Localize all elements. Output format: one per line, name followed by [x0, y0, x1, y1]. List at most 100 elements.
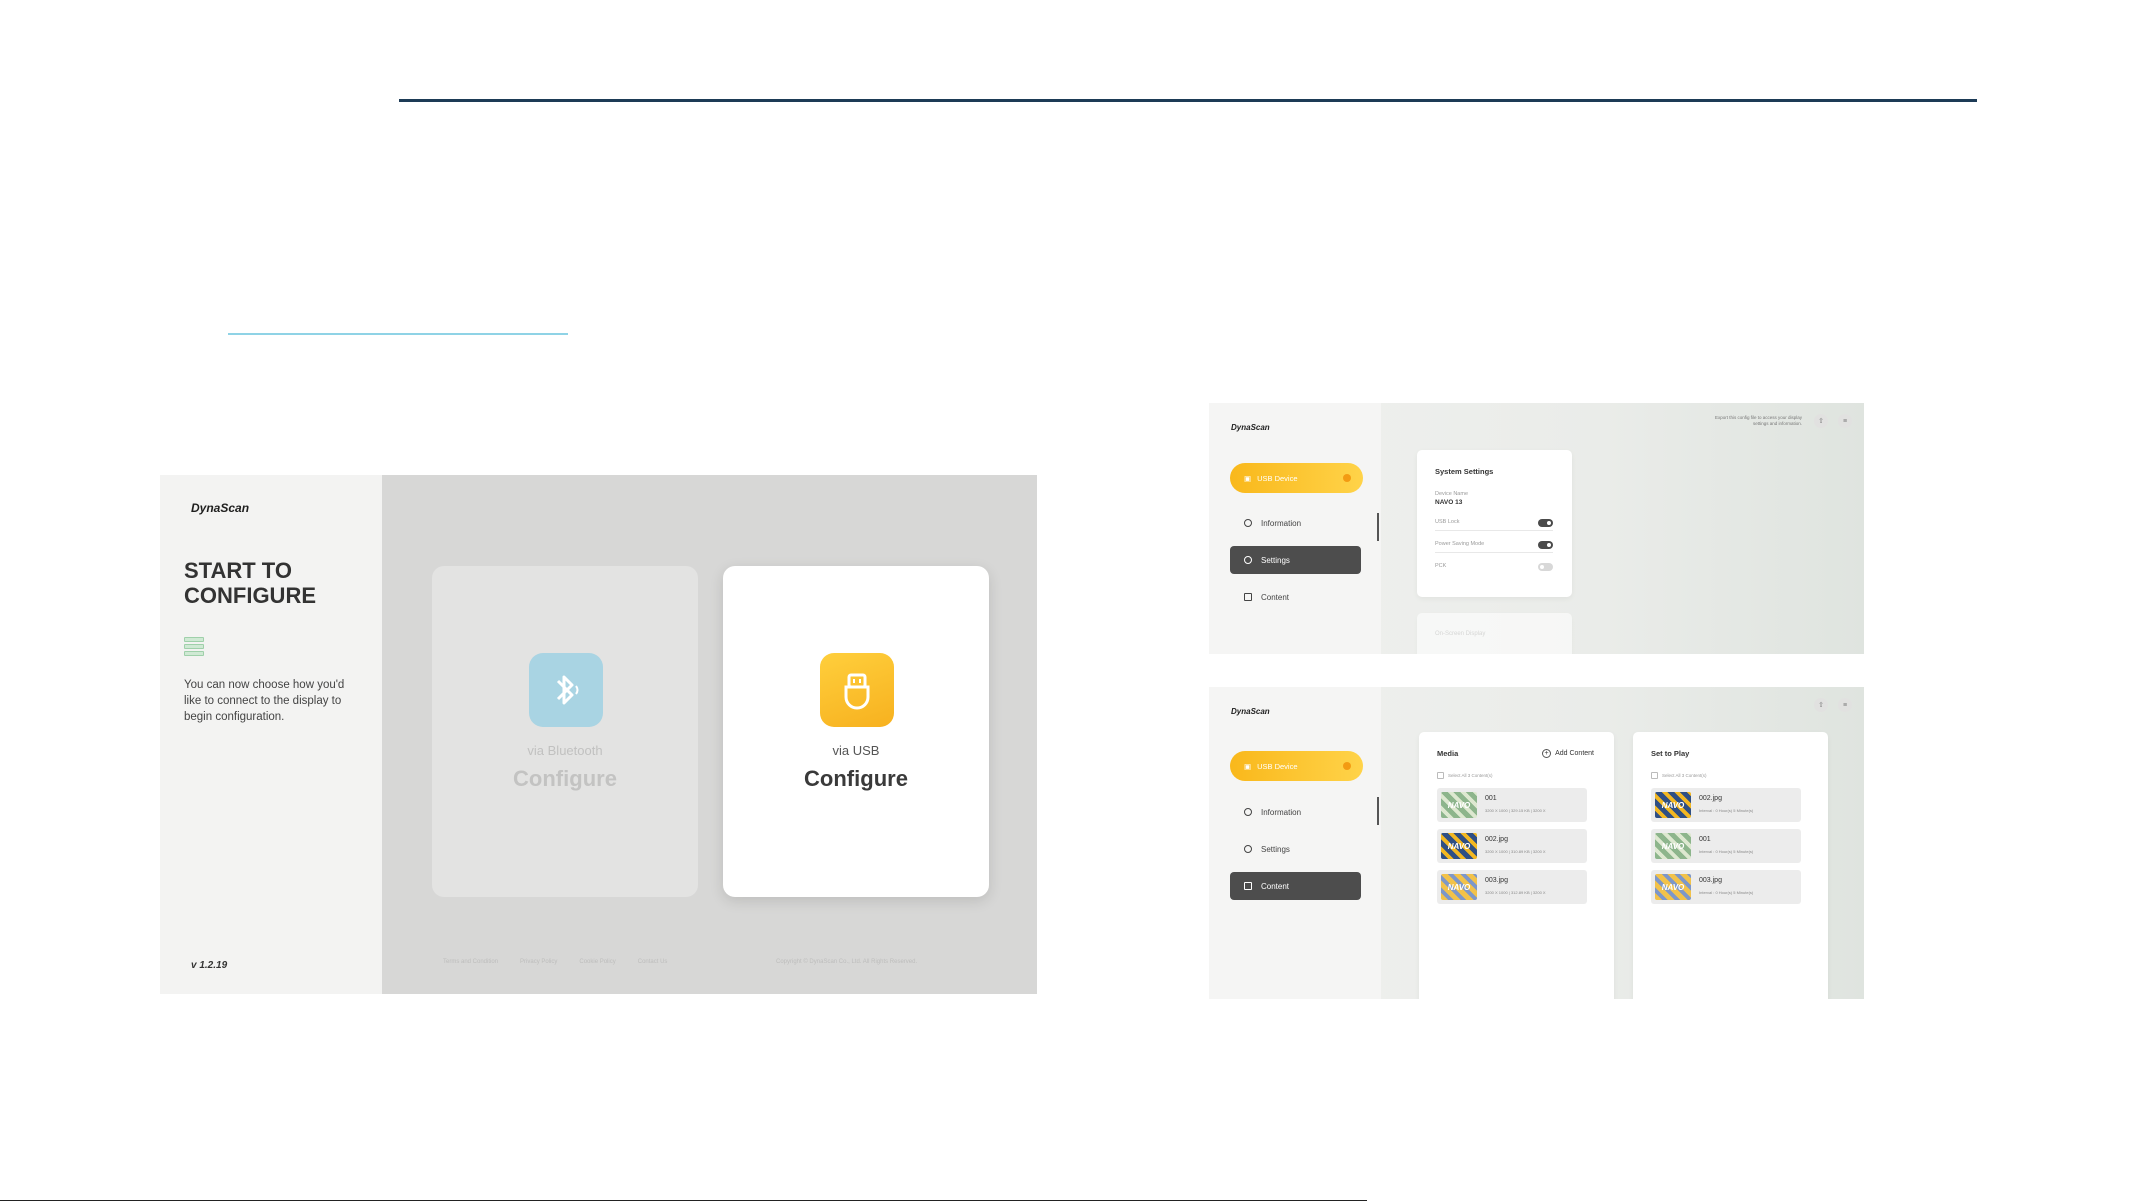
usb-device-pill[interactable]: ▣ USB Device — [1230, 463, 1363, 493]
nav-content-label: Content — [1261, 592, 1290, 602]
media-item[interactable]: NAVO 003.jpg 3200 X 1000 | 312.89 KB | 3… — [1437, 870, 1587, 904]
on-screen-display-label: On-Screen Display — [1435, 631, 1486, 637]
media-thumbnail: NAVO — [1655, 874, 1691, 900]
panel-title: System Settings — [1435, 467, 1494, 476]
info-icon — [1244, 519, 1252, 527]
usb-lock-row: USB Lock — [1435, 517, 1553, 531]
accent-divider — [228, 333, 568, 335]
add-content-label: Add Content — [1555, 750, 1594, 757]
content-icon — [1244, 882, 1252, 890]
bluetooth-icon — [529, 653, 603, 727]
media-title: Media — [1437, 749, 1459, 758]
usb-option-card[interactable]: via USB Configure — [723, 566, 989, 897]
instruction-text: You can now choose how you'd like to con… — [184, 679, 345, 723]
media-name: 002.jpg — [1699, 795, 1722, 802]
top-divider — [399, 99, 1977, 102]
sidebar-scroll-indicator — [1377, 797, 1379, 825]
pck-toggle[interactable] — [1538, 563, 1553, 571]
main-sidebar: DynaScan START TO CONFIGURE You can now … — [160, 475, 382, 994]
connection-status-dot — [1343, 762, 1351, 770]
menu-icon[interactable]: ≡ — [1838, 414, 1852, 428]
system-settings-panel: System Settings Device Name NAVO 13 USB … — [1417, 450, 1572, 597]
bluetooth-configure-label: Configure — [513, 766, 617, 791]
on-screen-display-panel: On-Screen Display — [1417, 613, 1572, 654]
nav-content[interactable]: Content — [1230, 583, 1361, 611]
footer-link-cookie[interactable]: Cookie Policy — [579, 959, 615, 965]
set-to-play-panel: Set to Play Select All 3 Content(s) NAVO… — [1633, 732, 1828, 999]
playlist-item[interactable]: NAVO 002.jpg Interval : 0 Hour(s) 5 Minu… — [1651, 788, 1801, 822]
settings-sidebar: DynaScan ▣ USB Device Information Settin… — [1209, 403, 1381, 654]
footer-link-privacy[interactable]: Privacy Policy — [520, 959, 557, 965]
media-meta: Interval : 0 Hour(s) 5 Minute(s) — [1699, 890, 1754, 895]
media-meta: Interval : 0 Hour(s) 5 Minute(s) — [1699, 808, 1754, 813]
power-saving-toggle[interactable] — [1538, 541, 1553, 549]
media-panel: Media + Add Content Select All 3 Content… — [1419, 732, 1614, 999]
nav-information-label: Information — [1261, 807, 1302, 817]
checkbox[interactable] — [1651, 772, 1658, 779]
usb-small-icon: ▣ — [1244, 761, 1252, 771]
sidebar-scroll-indicator — [1377, 513, 1379, 541]
footer-link-terms[interactable]: Terms and Condition — [443, 959, 498, 965]
playlist-item[interactable]: NAVO 001 Interval : 0 Hour(s) 5 Minute(s… — [1651, 829, 1801, 863]
power-saving-row: Power Saving Mode — [1435, 539, 1553, 553]
media-meta: 3200 X 1000 | 312.89 KB | 3200 X — [1485, 890, 1546, 895]
footer-links: Terms and Condition Privacy Policy Cooki… — [443, 959, 667, 965]
export-icon[interactable]: ⇧ — [1814, 698, 1828, 712]
brand-logo: DynaScan — [191, 501, 250, 515]
device-name-value[interactable]: NAVO 13 — [1435, 499, 1462, 506]
copyright-text: Copyright © DynaScan Co., Ltd. All Right… — [776, 959, 918, 965]
power-saving-label: Power Saving Mode — [1435, 541, 1485, 547]
media-name: 001 — [1485, 795, 1497, 802]
menu-icon[interactable]: ≡ — [1838, 698, 1852, 712]
usb-device-label: USB Device — [1257, 473, 1298, 483]
slide: DynaScan START TO CONFIGURE You can now … — [0, 0, 2134, 1201]
nav-information[interactable]: Information — [1230, 509, 1361, 537]
play-select-all[interactable]: Select All 3 Content(s) — [1651, 772, 1707, 779]
brand-logo: DynaScan — [1231, 707, 1270, 716]
title-line-2: CONFIGURE — [184, 583, 316, 608]
media-thumbnail: NAVO — [1441, 874, 1477, 900]
usb-small-icon: ▣ — [1244, 473, 1252, 483]
nav-content-label: Content — [1261, 881, 1290, 891]
export-note: Export this config file to access your d… — [1714, 415, 1802, 426]
media-select-all[interactable]: Select All 3 Content(s) — [1437, 772, 1493, 779]
media-thumbnail: NAVO — [1441, 833, 1477, 859]
media-name: 002.jpg — [1485, 836, 1508, 843]
export-icon[interactable]: ⇧ — [1814, 414, 1828, 428]
media-meta: Interval : 0 Hour(s) 5 Minute(s) — [1699, 849, 1754, 854]
version-label: v 1.2.19 — [191, 960, 228, 971]
usb-lock-label: USB Lock — [1435, 519, 1460, 525]
brand-logo: DynaScan — [1231, 423, 1270, 432]
content-screenshot: DynaScan ▣ USB Device Information Settin… — [1209, 687, 1864, 999]
start-to-configure-screenshot: DynaScan START TO CONFIGURE You can now … — [160, 475, 1037, 994]
nav-information[interactable]: Information — [1230, 798, 1361, 826]
connection-status-dot — [1343, 474, 1351, 482]
nav-settings[interactable]: Settings — [1230, 546, 1361, 574]
add-content-button[interactable]: + Add Content — [1542, 749, 1594, 758]
usb-device-label: USB Device — [1257, 761, 1298, 771]
plus-icon: + — [1542, 749, 1552, 758]
display-stack-icon — [184, 637, 204, 659]
footer-link-contact[interactable]: Contact Us — [638, 959, 668, 965]
playlist-item[interactable]: NAVO 003.jpg Interval : 0 Hour(s) 5 Minu… — [1651, 870, 1801, 904]
checkbox[interactable] — [1437, 772, 1444, 779]
usb-lock-toggle[interactable] — [1538, 519, 1553, 527]
gear-icon — [1244, 845, 1252, 853]
usb-device-pill[interactable]: ▣ USB Device — [1230, 751, 1363, 781]
nav-settings-label: Settings — [1261, 844, 1290, 854]
nav-settings-label: Settings — [1261, 555, 1290, 565]
info-icon — [1244, 808, 1252, 816]
media-item[interactable]: NAVO 001 3200 X 1000 | 329.15 KB | 3200 … — [1437, 788, 1587, 822]
nav-settings[interactable]: Settings — [1230, 835, 1361, 863]
media-thumbnail: NAVO — [1441, 792, 1477, 818]
content-icon — [1244, 593, 1252, 601]
pck-row: PCK — [1435, 561, 1553, 575]
bluetooth-option-card[interactable]: via Bluetooth Configure — [432, 566, 698, 897]
gear-icon — [1244, 556, 1252, 564]
media-name: 001 — [1699, 836, 1711, 843]
nav-information-label: Information — [1261, 518, 1302, 528]
media-item[interactable]: NAVO 002.jpg 3200 X 1000 | 310.89 KB | 3… — [1437, 829, 1587, 863]
nav-content[interactable]: Content — [1230, 872, 1361, 900]
media-select-all-label: Select All 3 Content(s) — [1448, 773, 1493, 778]
set-to-play-title: Set to Play — [1651, 749, 1690, 758]
